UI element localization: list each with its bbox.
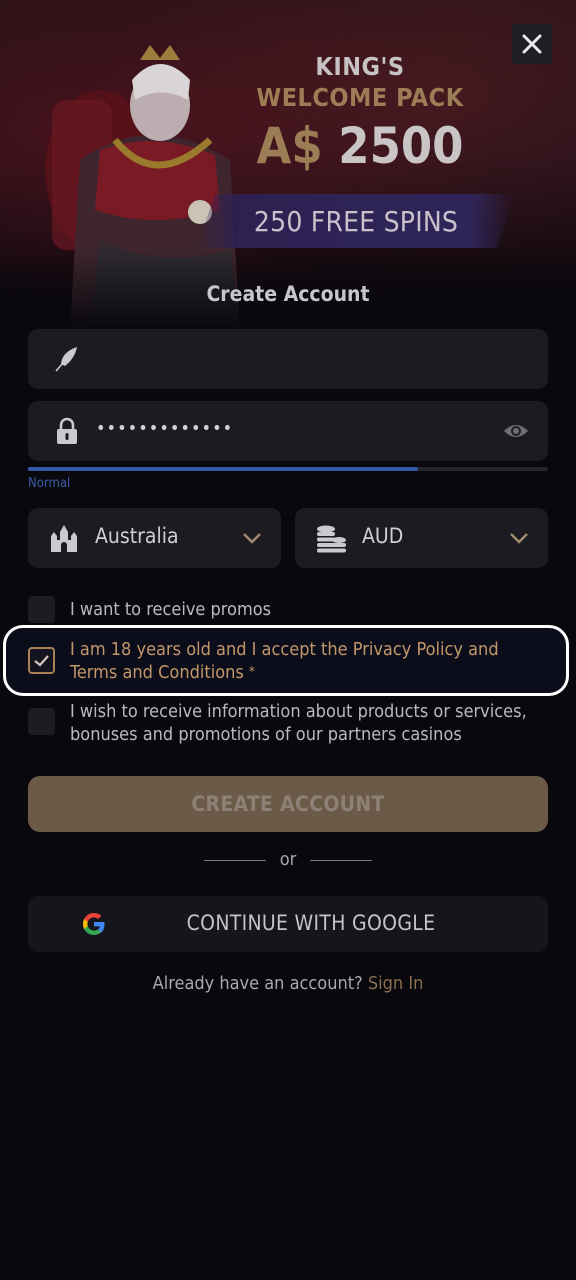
- lock-icon: [57, 417, 77, 444]
- promos-checkbox[interactable]: [28, 596, 55, 623]
- close-button[interactable]: [512, 24, 552, 64]
- check-icon: [34, 655, 49, 667]
- password-field[interactable]: •••••••••••••: [28, 401, 548, 461]
- country-select[interactable]: Australia: [28, 508, 281, 568]
- required-marker: *: [248, 665, 255, 680]
- signin-question: Already have an account?: [152, 973, 363, 994]
- terms-checkbox[interactable]: [28, 647, 55, 674]
- partners-checkbox[interactable]: [28, 708, 55, 735]
- password-strength-fill: [28, 467, 418, 471]
- chevron-down-icon: [243, 533, 261, 544]
- close-icon: [522, 34, 542, 54]
- offer-amount: A$ 2500: [218, 116, 502, 176]
- terms-label-text: I am 18 years old and I accept the Priva…: [70, 639, 499, 683]
- promos-option: I want to receive promos: [28, 596, 548, 624]
- promo-banner: KING'S WELCOME PACK A$ 2500 250 FREE SPI…: [0, 0, 576, 330]
- or-divider-text: or: [279, 849, 297, 870]
- create-account-button[interactable]: CREATE ACCOUNT: [28, 776, 548, 832]
- google-signin-button[interactable]: CONTINUE WITH GOOGLE: [28, 896, 548, 952]
- eye-icon[interactable]: [502, 419, 530, 443]
- offer-currency: A$: [256, 117, 323, 175]
- partners-label: I wish to receive information about prod…: [70, 701, 527, 745]
- free-spins-ribbon: 250 FREE SPINS: [196, 194, 516, 248]
- partners-option: I wish to receive information about prod…: [28, 700, 548, 748]
- terms-option: I am 18 years old and I accept the Priva…: [28, 637, 548, 685]
- signin-prompt: Already have an account? Sign In: [0, 973, 576, 994]
- promos-label: I want to receive promos: [70, 599, 272, 620]
- currency-value: AUD: [362, 524, 404, 548]
- password-strength-bar: [28, 467, 548, 471]
- password-value: •••••••••••••: [96, 418, 234, 439]
- offer-title: KING'S: [315, 52, 405, 81]
- currency-select[interactable]: AUD: [295, 508, 548, 568]
- chevron-down-icon: [510, 533, 528, 544]
- offer-subtitle: WELCOME PACK: [256, 83, 464, 112]
- password-strength-label: Normal: [28, 476, 71, 491]
- divider-right: [310, 860, 372, 861]
- free-spins-text: 250 FREE SPINS: [253, 204, 459, 238]
- castle-icon: [51, 525, 77, 552]
- offer-value: 2500: [338, 117, 464, 175]
- feather-icon: [55, 347, 77, 372]
- username-field[interactable]: [28, 329, 548, 389]
- page-title: Create Account: [206, 282, 370, 306]
- country-value: Australia: [95, 524, 179, 548]
- welcome-offer: KING'S WELCOME PACK A$ 2500: [218, 52, 502, 176]
- coins-icon: [317, 525, 346, 553]
- signin-link[interactable]: Sign In: [368, 973, 424, 994]
- terms-label: I am 18 years old and I accept the Priva…: [70, 638, 540, 684]
- google-button-label: CONTINUE WITH GOOGLE: [186, 911, 436, 935]
